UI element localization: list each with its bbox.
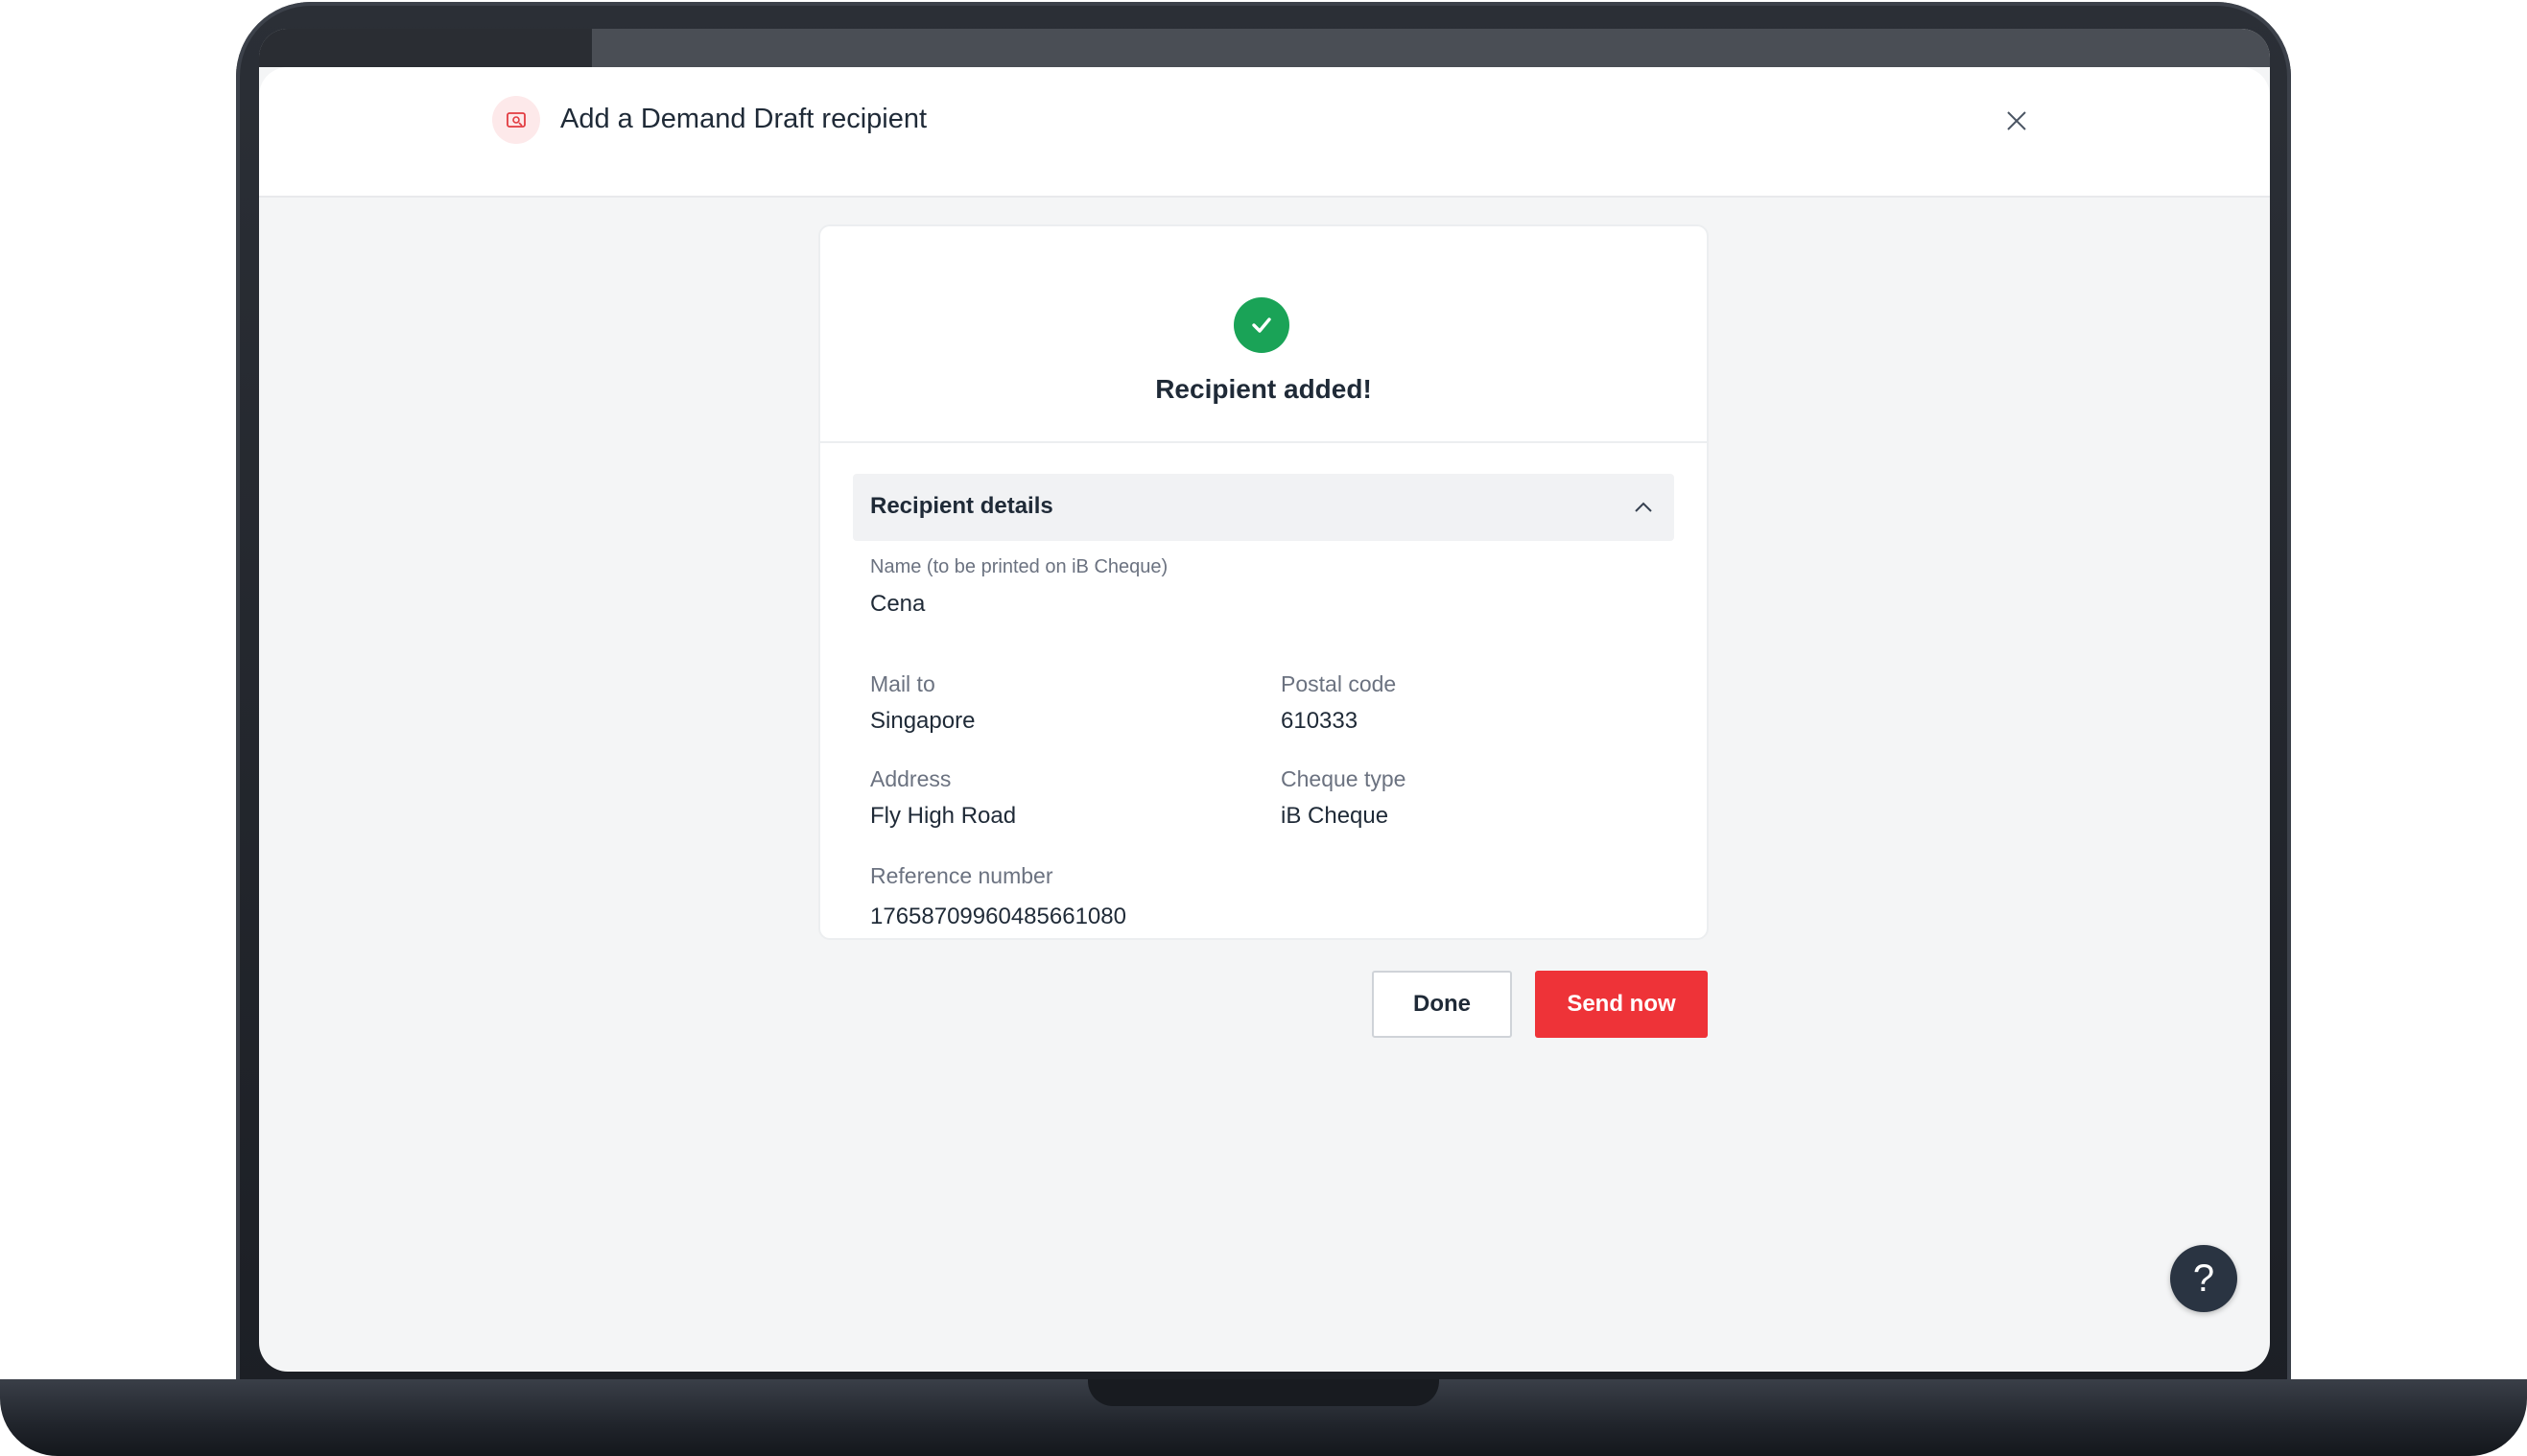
cheque-type-label: Cheque type	[1281, 766, 1406, 791]
recipient-added-card: Recipient added! Recipient details Name …	[818, 224, 1709, 940]
check-circle-icon	[1234, 297, 1289, 353]
recipient-details-accordion[interactable]: Recipient details	[853, 474, 1674, 541]
send-now-button[interactable]: Send now	[1535, 971, 1708, 1038]
help-button[interactable]: ?	[2170, 1245, 2237, 1312]
help-icon: ?	[2192, 1256, 2215, 1300]
laptop-mockup: Add a Demand Draft recipient Recipient a…	[0, 0, 2527, 1456]
modal-header: Add a Demand Draft recipient	[259, 67, 2270, 198]
cheque-icon	[492, 96, 540, 144]
mail-to-value: Singapore	[870, 708, 976, 734]
done-button[interactable]: Done	[1372, 971, 1512, 1038]
cheque-type-value: iB Cheque	[1281, 803, 1389, 829]
postal-code-label: Postal code	[1281, 671, 1397, 696]
postal-code-value: 610333	[1281, 708, 1358, 734]
name-label: Name (to be printed on iB Cheque)	[870, 556, 1169, 577]
mail-to-label: Mail to	[870, 671, 935, 696]
background-app-strip-left	[259, 29, 592, 67]
chevron-up-icon	[1635, 502, 1652, 512]
reference-label: Reference number	[870, 863, 1053, 888]
laptop-base	[0, 1379, 2527, 1456]
app-screen: Add a Demand Draft recipient Recipient a…	[259, 29, 2270, 1372]
close-icon	[2007, 111, 2026, 130]
address-value: Fly High Road	[870, 803, 1017, 829]
success-title: Recipient added!	[1155, 374, 1372, 404]
name-value: Cena	[870, 591, 926, 617]
divider	[820, 441, 1707, 443]
reference-value: 17658709960485661080	[870, 904, 1126, 929]
address-label: Address	[870, 766, 952, 791]
modal-title: Add a Demand Draft recipient	[560, 104, 928, 134]
close-button[interactable]	[1997, 102, 2036, 140]
laptop-notch	[1088, 1379, 1439, 1406]
accordion-title: Recipient details	[870, 493, 1053, 519]
